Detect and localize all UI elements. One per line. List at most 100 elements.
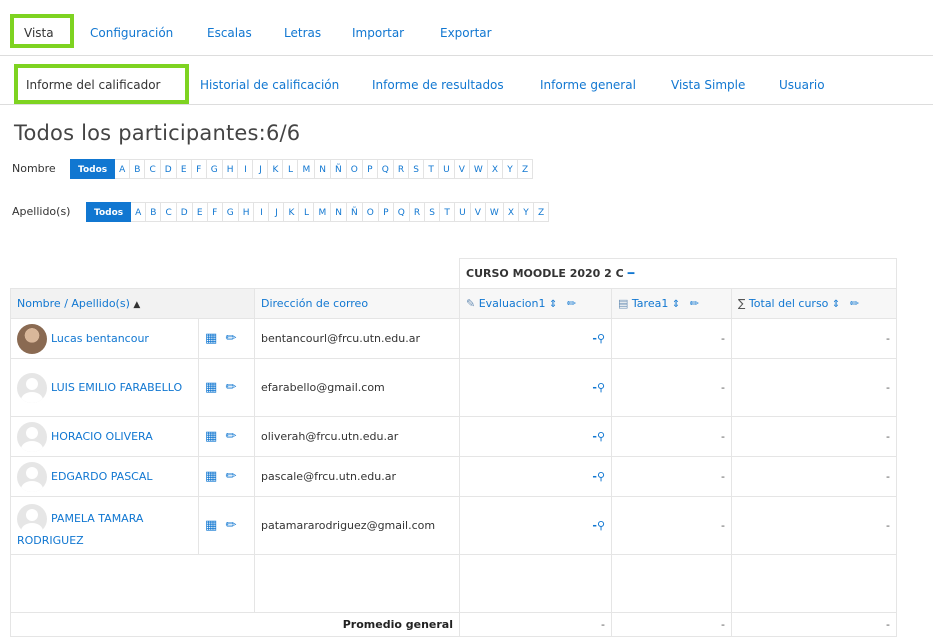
filter-letter[interactable]: N	[315, 159, 331, 179]
tab-letras[interactable]: Letras	[280, 21, 325, 45]
filter-letter[interactable]: V	[470, 202, 486, 222]
grade-eval[interactable]: -⚲	[459, 416, 612, 457]
subtab-informe-resultados[interactable]: Informe de resultados	[372, 74, 504, 96]
column-task[interactable]: ▤ Tarea1 ⇕ ✏	[611, 288, 732, 319]
filter-letter[interactable]: O	[346, 159, 363, 179]
filter-letter[interactable]: Z	[534, 202, 550, 222]
filter-letter[interactable]: M	[298, 159, 316, 179]
pencil-icon[interactable]: ✏	[225, 469, 236, 484]
filter-letter[interactable]: M	[314, 202, 332, 222]
minus-icon[interactable]: ━	[628, 267, 635, 280]
filter-letter[interactable]: E	[192, 202, 208, 222]
pencil-icon[interactable]: ✏	[225, 380, 236, 395]
filter-letter[interactable]: U	[455, 202, 471, 222]
filter-letter[interactable]: G	[206, 159, 223, 179]
grade-eval[interactable]: -⚲	[459, 358, 612, 417]
filter-letter[interactable]: W	[469, 159, 488, 179]
tab-importar[interactable]: Importar	[348, 21, 408, 45]
filter-letter[interactable]: Q	[393, 202, 410, 222]
filter-letter[interactable]: T	[424, 159, 440, 179]
filter-letter[interactable]: A	[131, 202, 147, 222]
pencil-icon[interactable]: ✏	[567, 297, 576, 310]
filter-letter[interactable]: Z	[518, 159, 534, 179]
column-name[interactable]: Nombre / Apellido(s) ▲	[10, 288, 255, 319]
filter-letter[interactable]: C	[161, 202, 177, 222]
filter-letter[interactable]: S	[409, 159, 425, 179]
filter-letter[interactable]: O	[362, 202, 379, 222]
filter-letter[interactable]: K	[284, 202, 300, 222]
filter-letter[interactable]: L	[283, 159, 299, 179]
filter-letter[interactable]: Y	[519, 202, 534, 222]
pencil-icon[interactable]: ✏	[225, 429, 236, 444]
grid-icon[interactable]: ▦	[205, 429, 217, 444]
zoom-icon[interactable]: ⚲	[597, 332, 605, 345]
filter-letter[interactable]: Ñ	[330, 159, 347, 179]
filter-letter[interactable]: G	[222, 202, 239, 222]
filter-letter[interactable]: P	[378, 202, 394, 222]
sort-icon[interactable]: ⇕	[672, 299, 680, 310]
filter-letter[interactable]: A	[115, 159, 131, 179]
column-email[interactable]: Dirección de correo	[254, 288, 460, 319]
grade-eval[interactable]: -⚲	[459, 496, 612, 555]
zoom-icon[interactable]: ⚲	[597, 430, 605, 443]
filter-letter[interactable]: J	[269, 202, 285, 222]
grid-icon[interactable]: ▦	[205, 469, 217, 484]
pencil-icon[interactable]: ✏	[225, 331, 236, 346]
filter-letter[interactable]: P	[362, 159, 378, 179]
filter-all[interactable]: Todos	[86, 202, 132, 222]
column-eval[interactable]: ✎ Evaluacion1 ⇕ ✏	[459, 288, 612, 319]
filter-letter[interactable]: S	[425, 202, 441, 222]
filter-letter[interactable]: Ñ	[346, 202, 363, 222]
filter-all[interactable]: Todos	[70, 159, 116, 179]
tab-exportar[interactable]: Exportar	[436, 21, 496, 45]
zoom-icon[interactable]: ⚲	[597, 381, 605, 394]
zoom-icon[interactable]: ⚲	[597, 470, 605, 483]
filter-letter[interactable]: R	[409, 202, 426, 222]
grid-icon[interactable]: ▦	[205, 518, 217, 533]
filter-letter[interactable]: V	[454, 159, 470, 179]
filter-letter[interactable]: F	[191, 159, 207, 179]
filter-letter[interactable]: I	[254, 202, 270, 222]
pencil-icon[interactable]: ✏	[690, 297, 699, 310]
subtab-informe-general[interactable]: Informe general	[540, 74, 636, 96]
filter-letter[interactable]: X	[487, 159, 503, 179]
filter-letter[interactable]: N	[331, 202, 347, 222]
filter-letter[interactable]: X	[503, 202, 519, 222]
filter-letter[interactable]: F	[207, 202, 223, 222]
grid-icon[interactable]: ▦	[205, 331, 217, 346]
student-name-link[interactable]: EDGARDO PASCAL	[51, 470, 153, 483]
filter-letter[interactable]: T	[440, 202, 456, 222]
sort-icon[interactable]: ⇕	[549, 299, 557, 310]
filter-letter[interactable]: K	[268, 159, 284, 179]
filter-letter[interactable]: I	[238, 159, 254, 179]
filter-letter[interactable]: J	[253, 159, 269, 179]
filter-letter[interactable]: R	[393, 159, 410, 179]
filter-letter[interactable]: H	[238, 202, 255, 222]
filter-letter[interactable]: W	[485, 202, 504, 222]
tab-escalas[interactable]: Escalas	[203, 21, 256, 45]
filter-letter[interactable]: U	[439, 159, 455, 179]
zoom-icon[interactable]: ⚲	[597, 519, 605, 532]
filter-letter[interactable]: B	[146, 202, 162, 222]
tab-configuracion[interactable]: Configuración	[86, 21, 177, 45]
grade-eval[interactable]: -⚲	[459, 318, 612, 359]
filter-letter[interactable]: Q	[377, 159, 394, 179]
subtab-historial[interactable]: Historial de calificación	[200, 74, 339, 96]
pencil-icon[interactable]: ✏	[225, 518, 236, 533]
filter-letter[interactable]: C	[145, 159, 161, 179]
grid-icon[interactable]: ▦	[205, 380, 217, 395]
student-name-link[interactable]: Lucas bentancour	[51, 332, 149, 345]
sort-icon[interactable]: ⇕	[832, 299, 840, 310]
filter-letter[interactable]: Y	[503, 159, 518, 179]
subtab-vista-simple[interactable]: Vista Simple	[671, 74, 745, 96]
pencil-icon[interactable]: ✏	[850, 297, 859, 310]
filter-letter[interactable]: D	[160, 159, 177, 179]
subtab-usuario[interactable]: Usuario	[779, 74, 825, 96]
filter-letter[interactable]: H	[222, 159, 239, 179]
filter-letter[interactable]: L	[299, 202, 315, 222]
filter-letter[interactable]: B	[130, 159, 146, 179]
filter-letter[interactable]: E	[176, 159, 192, 179]
filter-letter[interactable]: D	[176, 202, 193, 222]
student-name-link[interactable]: HORACIO OLIVERA	[51, 430, 153, 443]
column-total[interactable]: ∑ Total del curso ⇕ ✏	[731, 288, 897, 319]
